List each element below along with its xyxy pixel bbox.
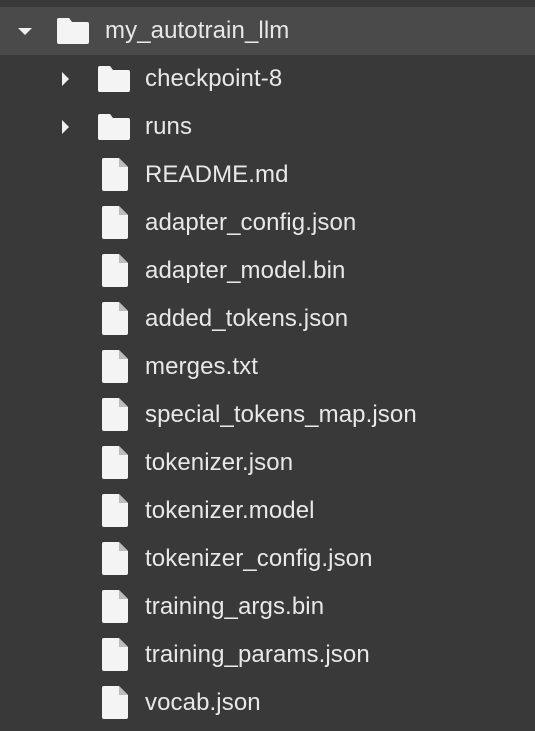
file-label: merges.txt (145, 353, 259, 380)
file-icon (102, 206, 128, 239)
tree-row-root-folder[interactable]: my_autotrain_llm (0, 7, 535, 55)
chevron-right-icon[interactable] (62, 72, 69, 86)
file-icon (102, 158, 128, 191)
file-icon (102, 302, 128, 335)
file-icon (102, 590, 128, 623)
folder-icon (97, 113, 131, 141)
file-label: special_tokens_map.json (145, 401, 417, 428)
tree-row-file[interactable]: tokenizer_config.json (0, 535, 535, 583)
file-icon (102, 446, 128, 479)
root-folder-label: my_autotrain_llm (105, 17, 290, 44)
file-tree: my_autotrain_llm checkpoint-8 runs READM… (0, 0, 535, 731)
tree-row-file[interactable]: README.md (0, 151, 535, 199)
file-label: README.md (145, 161, 289, 188)
file-label: adapter_model.bin (145, 257, 346, 284)
file-label: adapter_config.json (145, 209, 357, 236)
file-icon (102, 254, 128, 287)
tree-row-file[interactable]: adapter_model.bin (0, 247, 535, 295)
file-icon (102, 686, 128, 719)
folder-label: checkpoint-8 (145, 65, 283, 92)
folder-icon (56, 17, 90, 45)
tree-row-file[interactable]: tokenizer.json (0, 439, 535, 487)
chevron-down-icon[interactable] (18, 28, 32, 35)
file-label: vocab.json (145, 689, 261, 716)
tree-row-folder[interactable]: checkpoint-8 (0, 55, 535, 103)
chevron-right-icon[interactable] (62, 120, 69, 134)
tree-row-file[interactable]: training_args.bin (0, 583, 535, 631)
folder-label: runs (145, 113, 193, 140)
file-label: training_params.json (145, 641, 370, 668)
file-label: added_tokens.json (145, 305, 349, 332)
tree-row-file[interactable]: training_params.json (0, 631, 535, 679)
tree-row-file[interactable]: tokenizer.model (0, 487, 535, 535)
file-icon (102, 350, 128, 383)
file-icon (102, 542, 128, 575)
tree-row-file[interactable]: vocab.json (0, 679, 535, 727)
tree-row-file[interactable]: added_tokens.json (0, 295, 535, 343)
tree-row-file[interactable]: adapter_config.json (0, 199, 535, 247)
file-label: training_args.bin (145, 593, 325, 620)
tree-row-file[interactable]: special_tokens_map.json (0, 391, 535, 439)
tree-row-file[interactable]: merges.txt (0, 343, 535, 391)
folder-icon (97, 65, 131, 93)
file-icon (102, 398, 128, 431)
file-icon (102, 494, 128, 527)
file-label: tokenizer_config.json (145, 545, 373, 572)
file-label: tokenizer.json (145, 449, 294, 476)
file-label: tokenizer.model (145, 497, 315, 524)
tree-row-folder[interactable]: runs (0, 103, 535, 151)
file-icon (102, 638, 128, 671)
